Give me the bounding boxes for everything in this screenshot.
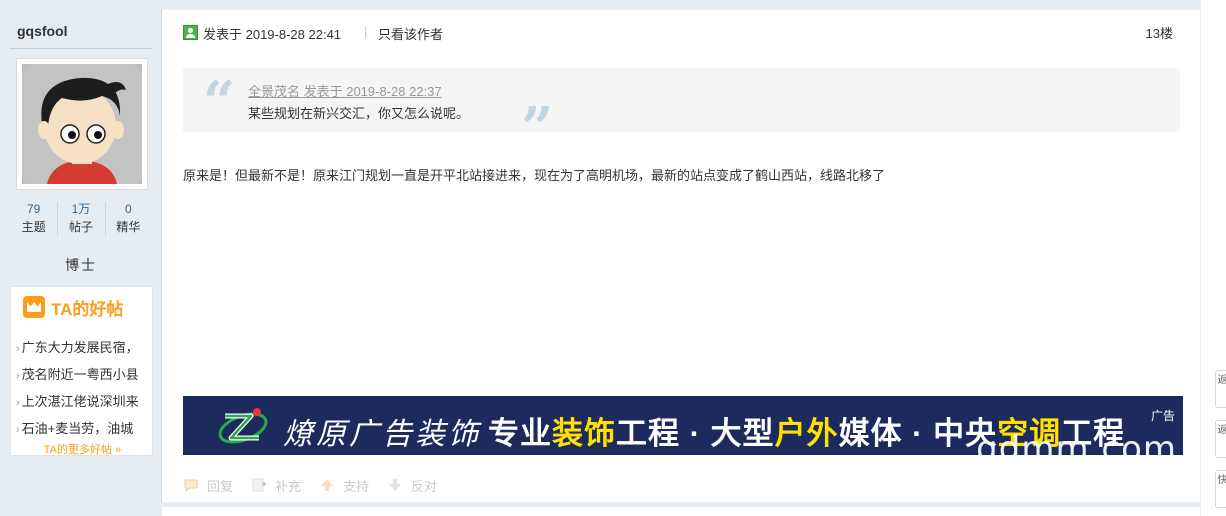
arrow-right-icon: › [16,370,20,382]
forum-post-page: gqsfool 79 主题 1万 帖子 0 精华 博士 TA的好帖 › 广东大力… [0,0,1226,516]
stat-label: 精华 [116,220,141,234]
good-posts-title: TA的好帖 [51,299,124,319]
user-rank: 博士 [65,257,97,273]
arrow-right-icon: › [16,343,20,355]
good-posts-list: › 广东大力发展民宿， › 茂名附近一粤西小县 › 上次湛江佬说深圳来 › 石油+麦当劳… [16,335,154,443]
supplement-label: 补充 [275,478,302,494]
ad-banner[interactable]: 燎原广告装饰 专业装饰工程 · 大型户外媒体 · 中央空调工程 广告 gdmm.… [183,396,1183,455]
avatar[interactable] [16,58,148,190]
more-good-posts-link[interactable]: TA的更多好帖 » [11,441,154,457]
user-profile-column: gqsfool 79 主题 1万 帖子 0 精华 博士 TA的好帖 › 广东大力… [0,10,162,502]
crown-icon [23,296,45,318]
quote-close-icon: ” [521,95,554,161]
username-link[interactable]: gqsfool [17,23,68,39]
stat-label: 主题 [21,220,46,234]
supplement-icon [252,478,267,492]
oppose-button[interactable]: 反对 [387,476,437,495]
good-post-link[interactable]: › 广东大力发展民宿， [16,335,154,362]
reply-label: 回复 [207,478,234,494]
floor-number[interactable]: 13楼 [1146,23,1173,42]
floating-toolbar: 返 返 快 [1200,0,1226,516]
post-separator-bottom [0,502,1200,516]
post-time: 发表于 2019-8-28 22:41 [203,27,342,42]
site-watermark: gdmm.com [976,429,1177,455]
back-to-list-button[interactable]: 返 [1215,420,1226,458]
quick-reply-button[interactable]: 快 [1215,470,1226,508]
thumb-down-icon [389,479,402,491]
user-online-icon [183,25,198,40]
ad-label: 广告 [1150,409,1175,423]
stat-value: 79 [26,202,41,216]
support-label: 支持 [343,478,370,494]
stat-value: 1万 [71,202,91,216]
avatar-image [22,64,142,184]
only-author-link[interactable]: 只看该作者 [378,24,443,43]
quote-block: “ 全景茂名 发表于 2019-8-28 22:37 某些规划在新兴交汇，你又怎… [183,68,1180,156]
stat-posts[interactable]: 1万 帖子 [57,200,104,240]
ad-logo-icon [218,408,268,444]
good-posts-header: TA的好帖 [23,295,123,319]
support-button[interactable]: 支持 [319,476,369,495]
supplement-button[interactable]: 补充 [251,476,301,495]
stat-value: 0 [124,202,132,216]
user-stats: 79 主题 1万 帖子 0 精华 [10,200,152,240]
quote-text: 某些规划在新兴交汇，你又怎么说呢。 [248,106,470,121]
post-separator-top [0,0,1200,10]
arrow-right-icon: › [16,424,20,436]
oppose-label: 反对 [411,478,438,494]
thumb-up-icon [321,479,334,491]
post-body: 原来是！但最新不是！原来江门规划一直是开平北站接进来，现在为了高明机场，最新的站… [183,168,886,183]
post-actions: 回复 补充 支持 反对 [183,474,455,496]
quote-open-icon: “ [203,69,236,135]
divider [10,48,152,49]
arrow-right-icon: › [16,397,20,409]
quote-source-link[interactable]: 全景茂名 发表于 2019-8-28 22:37 [248,81,442,100]
divider: | [364,24,368,39]
good-post-link[interactable]: › 茂名附近一粤西小县 [16,362,154,389]
stat-digest[interactable]: 0 精华 [104,200,152,240]
reply-icon [184,479,198,492]
back-to-top-button[interactable]: 返 [1215,370,1226,408]
reply-button[interactable]: 回复 [183,476,233,495]
stat-label: 帖子 [68,220,93,234]
good-post-link[interactable]: › 石油+麦当劳，油城 [16,416,154,443]
post-header: 发表于 2019-8-28 22:41 | 只看该作者 13楼 [162,10,1200,48]
good-posts-box: TA的好帖 › 广东大力发展民宿， › 茂名附近一粤西小县 › 上次湛江佬说深圳来 ›… [10,286,153,456]
ad-brand: 燎原广告装饰 [283,417,481,452]
stat-threads[interactable]: 79 主题 [10,200,57,240]
good-post-link[interactable]: › 上次湛江佬说深圳来 [16,389,154,416]
